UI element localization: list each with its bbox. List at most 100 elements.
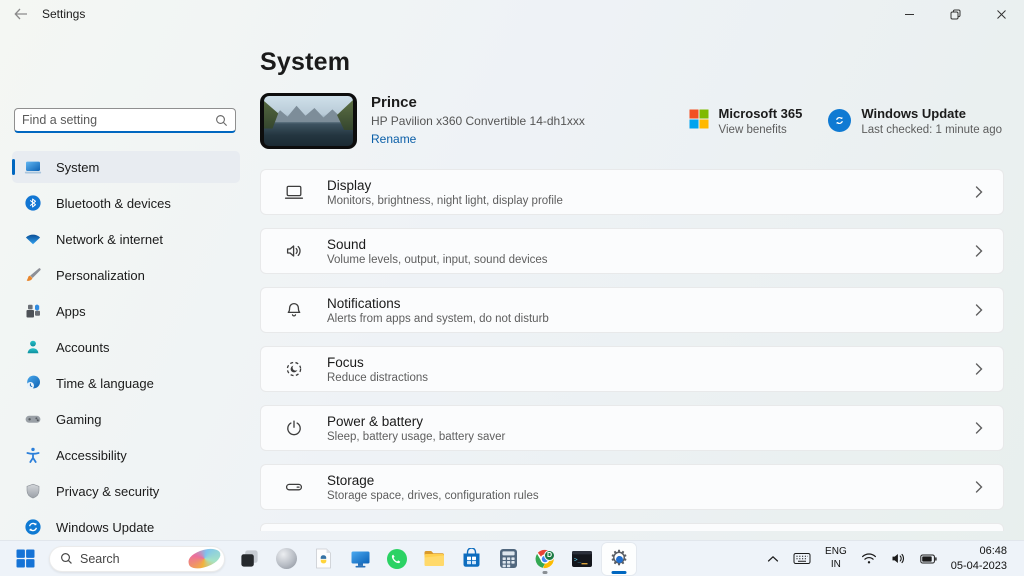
sidebar-item-label: Windows Update <box>56 520 154 535</box>
battery-button[interactable] <box>915 543 942 575</box>
device-header: Prince HP Pavilion x360 Convertible 14-d… <box>260 93 1004 149</box>
sidebar: System Bluetooth & devices Network & int… <box>0 28 252 540</box>
taskbar-file-explorer-button[interactable] <box>417 543 451 575</box>
sidebar-item-personalization[interactable]: Personalization <box>12 259 240 291</box>
sidebar-item-system[interactable]: System <box>12 151 240 183</box>
sound-icon <box>284 241 304 261</box>
row-subtitle: Sleep, battery usage, battery saver <box>327 431 505 443</box>
rename-link[interactable]: Rename <box>371 132 416 146</box>
search-icon <box>215 114 228 127</box>
taskbar-settings-button[interactable]: ⚙ <box>602 543 636 575</box>
chevron-right-icon <box>973 362 985 376</box>
taskbar-terminal-button[interactable]: >_ <box>565 543 599 575</box>
sidebar-item-privacy-security[interactable]: Privacy & security <box>12 475 240 507</box>
sidebar-item-bluetooth-devices[interactable]: Bluetooth & devices <box>12 187 240 219</box>
taskbar-python-file-button[interactable] <box>306 543 340 575</box>
network-icon <box>24 230 42 248</box>
settings-row-sound[interactable]: Sound Volume levels, output, input, soun… <box>260 228 1004 274</box>
time-language-icon <box>24 374 42 392</box>
personalization-icon <box>24 266 42 284</box>
card-subtitle: Last checked: 1 minute ago <box>861 124 1002 136</box>
sidebar-item-apps[interactable]: Apps <box>12 295 240 327</box>
python-file-icon <box>315 548 332 569</box>
sidebar-item-label: Personalization <box>56 268 145 283</box>
row-title: Sound <box>327 237 548 252</box>
taskbar-edge-button[interactable] <box>269 543 303 575</box>
chrome-profile-badge: D <box>544 550 555 561</box>
battery-icon <box>920 554 937 564</box>
minimize-icon <box>904 9 915 20</box>
file-explorer-icon <box>423 549 445 568</box>
card-title: Microsoft 365 <box>719 106 803 121</box>
sidebar-item-network-internet[interactable]: Network & internet <box>12 223 240 255</box>
taskbar: Search <box>0 540 1024 576</box>
microsoft-store-icon <box>461 548 482 569</box>
minimize-button[interactable] <box>886 0 932 28</box>
storage-icon <box>284 477 304 497</box>
settings-search-input[interactable] <box>22 113 215 127</box>
row-title: Focus <box>327 355 428 370</box>
active-app-indicator <box>612 571 627 574</box>
windows-update-card[interactable]: Windows Update Last checked: 1 minute ag… <box>828 106 1002 136</box>
app-title: Settings <box>42 7 85 21</box>
settings-search-box[interactable] <box>14 108 236 133</box>
sidebar-item-label: Network & internet <box>56 232 163 247</box>
language-indicator[interactable]: ENG IN <box>820 543 852 575</box>
windows-update-icon <box>24 518 42 536</box>
touch-keyboard-button[interactable] <box>788 543 816 575</box>
sidebar-item-accessibility[interactable]: Accessibility <box>12 439 240 471</box>
sidebar-item-accounts[interactable]: Accounts <box>12 331 240 363</box>
apps-icon <box>24 302 42 320</box>
restore-icon <box>950 9 961 20</box>
volume-button[interactable] <box>886 543 911 575</box>
sidebar-item-gaming[interactable]: Gaming <box>12 403 240 435</box>
monitor-icon <box>350 549 371 569</box>
svg-text:>_: >_ <box>574 556 582 563</box>
restore-button[interactable] <box>932 0 978 28</box>
task-view-icon <box>239 548 260 569</box>
device-name: Prince <box>371 94 585 111</box>
close-button[interactable] <box>978 0 1024 28</box>
settings-list: Display Monitors, brightness, night ligh… <box>260 169 1004 531</box>
chevron-right-icon <box>973 303 985 317</box>
settings-row-focus[interactable]: Focus Reduce distractions <box>260 346 1004 392</box>
taskbar-whatsapp-button[interactable] <box>380 543 414 575</box>
row-title: Power & battery <box>327 414 505 429</box>
tray-time: 06:48 <box>951 544 1007 559</box>
settings-row-partial <box>260 523 1004 531</box>
close-icon <box>996 9 1007 20</box>
notifications-icon <box>284 300 304 320</box>
clock-date-button[interactable]: 06:48 05-04-2023 <box>946 543 1012 575</box>
settings-row-notifications[interactable]: Notifications Alerts from apps and syste… <box>260 287 1004 333</box>
sidebar-item-time-language[interactable]: Time & language <box>12 367 240 399</box>
taskbar-calculator-button[interactable] <box>491 543 525 575</box>
windows-update-icon <box>828 109 851 132</box>
whatsapp-icon <box>386 548 408 570</box>
sidebar-item-windows-update[interactable]: Windows Update <box>12 511 240 543</box>
sidebar-item-label: System <box>56 160 99 175</box>
tray-overflow-button[interactable] <box>762 543 784 575</box>
settings-row-display[interactable]: Display Monitors, brightness, night ligh… <box>260 169 1004 215</box>
taskbar-microsoft-store-button[interactable] <box>454 543 488 575</box>
bluetooth-icon <box>24 194 42 212</box>
network-wifi-button[interactable] <box>856 543 882 575</box>
back-button[interactable] <box>0 0 42 28</box>
sidebar-item-label: Apps <box>56 304 86 319</box>
microsoft-365-card[interactable]: Microsoft 365 View benefits <box>689 106 803 136</box>
row-title: Notifications <box>327 296 549 311</box>
search-icon <box>60 552 73 565</box>
running-indicator <box>543 571 548 574</box>
gaming-icon <box>24 410 42 428</box>
taskbar-task-view-button[interactable] <box>232 543 266 575</box>
taskbar-pc-button[interactable] <box>343 543 377 575</box>
tray-date: 05-04-2023 <box>951 559 1007 574</box>
top-cards: Microsoft 365 View benefits Windows Upda… <box>689 106 1004 136</box>
taskbar-search-box[interactable]: Search <box>49 546 225 572</box>
row-title: Display <box>327 178 563 193</box>
settings-row-storage[interactable]: Storage Storage space, drives, configura… <box>260 464 1004 510</box>
keyboard-icon <box>793 552 811 565</box>
back-arrow-icon <box>14 8 28 20</box>
settings-row-power-battery[interactable]: Power & battery Sleep, battery usage, ba… <box>260 405 1004 451</box>
start-button[interactable] <box>8 543 42 575</box>
taskbar-chrome-button[interactable]: D <box>528 543 562 575</box>
